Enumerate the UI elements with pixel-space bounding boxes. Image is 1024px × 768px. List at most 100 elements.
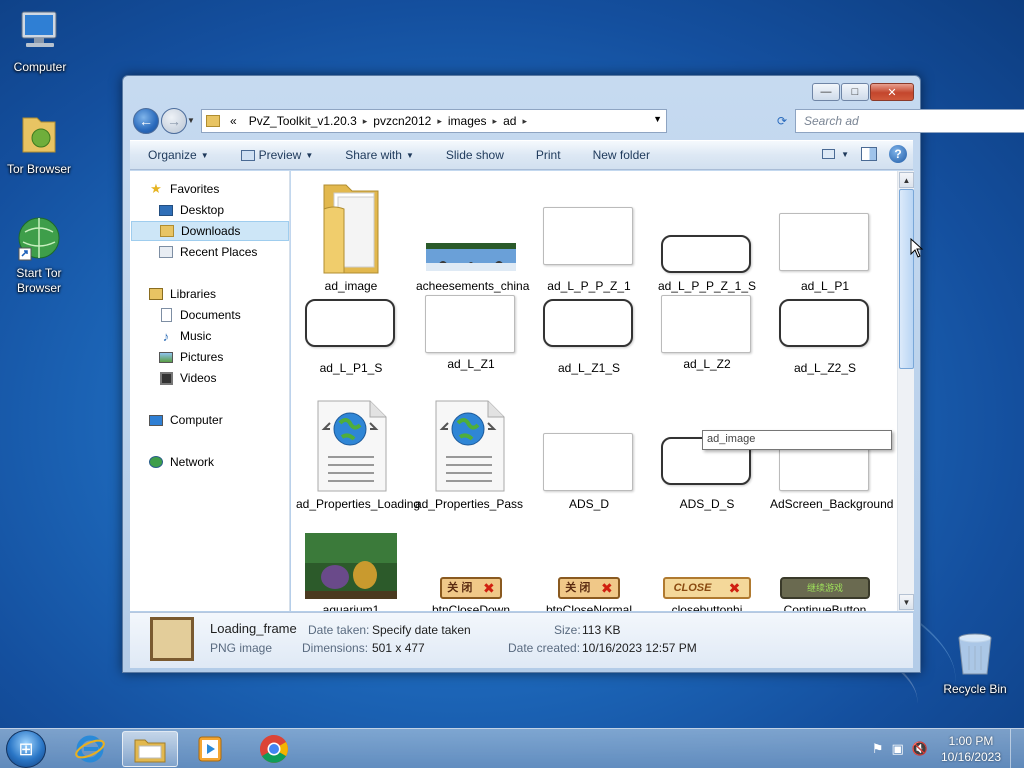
navigation-pane: ★ Favorites Desktop Downloads Recent Pla… <box>130 171 290 611</box>
search-input[interactable]: Search ad ⌕ <box>795 109 1024 133</box>
preview-pane-icon[interactable] <box>861 147 877 161</box>
nav-label: Downloads <box>181 224 241 238</box>
nav-downloads[interactable]: Downloads <box>131 221 289 241</box>
computer-icon <box>148 412 164 428</box>
slide-show-button[interactable]: Slide show <box>428 148 518 162</box>
file-item[interactable]: ad_image <box>296 179 406 294</box>
taskbar-internet-explorer[interactable] <box>62 731 118 767</box>
folder-icon <box>206 115 220 127</box>
close-button[interactable]: ✕ <box>870 83 914 101</box>
forward-button[interactable]: → <box>161 108 187 134</box>
file-name: ad_Properties_Loading <box>296 497 421 511</box>
volume-muted-icon[interactable]: 🔇 <box>912 741 928 757</box>
scroll-thumb[interactable] <box>899 189 914 369</box>
breadcrumb-images[interactable]: images <box>448 114 487 128</box>
nav-libraries[interactable]: Libraries <box>148 284 306 304</box>
network-status-icon[interactable]: ▣ <box>892 741 904 757</box>
details-date-taken[interactable]: Specify date taken <box>372 623 471 637</box>
file-item[interactable]: ADS_D_S <box>652 399 762 512</box>
file-name: acheesements_china <box>416 279 530 293</box>
taskbar-file-explorer[interactable] <box>122 731 178 767</box>
chevron-right-icon[interactable]: ▸ <box>493 116 498 127</box>
file-item[interactable]: ad_Properties_Pass <box>414 399 524 512</box>
xml-document-icon <box>314 399 388 493</box>
file-item[interactable]: acheesements_china <box>416 179 530 294</box>
start-button[interactable]: ⊞ <box>6 730 46 768</box>
file-item[interactable]: ad_L_Z2_S <box>770 295 880 376</box>
file-item[interactable]: ad_L_Z2 <box>652 295 762 372</box>
maximize-button[interactable]: □ <box>841 83 869 101</box>
file-item[interactable]: ad_L_P_P_Z_1 <box>534 179 644 294</box>
nav-favorites[interactable]: ★ Favorites <box>148 179 306 199</box>
taskbar-media-player[interactable] <box>182 731 238 767</box>
star-icon: ★ <box>150 181 162 196</box>
nav-computer[interactable]: Computer <box>148 410 306 430</box>
chevron-right-icon[interactable]: ▸ <box>437 116 442 127</box>
toolbar-right: ▼ ? <box>822 145 907 163</box>
file-item[interactable]: 继续游戏 ContinueButton <box>770 533 880 611</box>
desktop-icon-recycle-bin[interactable]: Recycle Bin <box>937 630 1013 697</box>
minimize-button[interactable]: — <box>812 83 840 101</box>
show-desktop-button[interactable] <box>1010 729 1024 768</box>
recent-pages-dropdown-icon[interactable]: ▼ <box>187 116 195 125</box>
details-date-created: 10/16/2023 12:57 PM <box>582 641 697 655</box>
file-item[interactable]: AdScreen_Background <box>770 399 893 512</box>
clock-date: 10/16/2023 <box>940 750 1002 764</box>
desktop-icon-tor-browser[interactable]: Tor Browser <box>1 110 77 177</box>
back-button[interactable]: ← <box>133 108 159 134</box>
preview-menu[interactable]: Preview ▼ <box>223 148 328 162</box>
file-item[interactable]: CLOSE ✖ closebuttonhi <box>652 533 762 611</box>
file-item[interactable]: ad_L_Z1_S <box>534 295 644 376</box>
desktop-icon-label: Start Tor Browser <box>16 266 62 295</box>
file-name: closebuttonhi <box>671 603 743 611</box>
nav-network[interactable]: Network <box>148 452 306 472</box>
new-folder-button[interactable]: New folder <box>575 148 664 162</box>
refresh-icon[interactable]: ⟳ <box>771 109 793 133</box>
file-name: aquarium1 <box>322 603 380 611</box>
chevron-right-icon[interactable]: ▸ <box>522 116 527 127</box>
file-name: ad_L_P_P_Z_1 <box>547 279 631 293</box>
breadcrumb-pvz-toolkit[interactable]: PvZ_Toolkit_v1.20.3 <box>249 114 357 128</box>
nav-label: Pictures <box>180 350 224 364</box>
action-center-icon[interactable]: ⚑ <box>872 741 884 757</box>
chevron-down-icon: ▼ <box>305 150 314 160</box>
file-item[interactable]: 关 闭 ✖ btnCloseNormal <box>534 533 644 611</box>
address-row: ← → ▼ « PvZ_Toolkit_v1.20.3 ▸ pvzcn2012 … <box>131 106 1024 136</box>
file-item[interactable]: ad_L_P_P_Z_1_S <box>652 179 762 294</box>
details-dimensions: 501 x 477 <box>372 641 425 655</box>
file-item[interactable]: ad_L_P1 <box>770 179 880 294</box>
breadcrumb-pvzcn2012[interactable]: pvzcn2012 <box>373 114 431 128</box>
nav-label: Desktop <box>180 203 225 217</box>
chevron-down-icon: ▼ <box>405 150 414 160</box>
breadcrumb-ad[interactable]: ad <box>503 114 516 128</box>
share-with-menu[interactable]: Share with ▼ <box>327 148 428 162</box>
address-overflow[interactable]: « <box>230 114 237 128</box>
scroll-up-icon[interactable]: ▲ <box>899 172 914 188</box>
address-bar[interactable]: « PvZ_Toolkit_v1.20.3 ▸ pvzcn2012 ▸ imag… <box>201 109 667 133</box>
file-item[interactable]: aquarium1 <box>296 533 406 611</box>
scroll-down-icon[interactable]: ▼ <box>899 594 914 610</box>
organize-menu[interactable]: Organize ▼ <box>130 148 223 162</box>
file-item[interactable]: ADS_D <box>534 399 644 512</box>
clock[interactable]: 1:00 PM 10/16/2023 <box>936 733 1006 765</box>
file-item[interactable]: ad_L_P1_S <box>296 295 406 376</box>
desktop-icon-computer[interactable]: Computer <box>2 8 78 75</box>
file-name: ad_L_Z2_S <box>793 361 857 375</box>
vertical-scrollbar[interactable]: ▲ ▼ <box>897 171 914 611</box>
chevron-right-icon[interactable]: ▸ <box>363 116 368 127</box>
image-thumbnail-icon <box>543 299 635 357</box>
recent-places-icon <box>158 244 174 260</box>
file-item[interactable]: ad_L_Z1 <box>416 295 526 372</box>
desktop-icon-start-tor-browser[interactable]: Start Tor Browser <box>1 214 77 296</box>
help-icon[interactable]: ? <box>889 145 907 163</box>
taskbar-chrome[interactable] <box>246 731 302 767</box>
nav-label: Documents <box>180 308 241 322</box>
file-item[interactable]: ad_Properties_Loading <box>296 399 421 512</box>
nav-label: Favorites <box>170 182 220 196</box>
chevron-down-icon[interactable]: ▼ <box>653 114 662 124</box>
image-thumbnail-icon <box>425 295 517 353</box>
file-item[interactable]: 关 闭 ✖ btnCloseDown <box>416 533 526 611</box>
file-name: ad_L_P1 <box>800 279 850 293</box>
change-view-icon[interactable]: ▼ <box>822 149 849 159</box>
print-button[interactable]: Print <box>518 148 575 162</box>
